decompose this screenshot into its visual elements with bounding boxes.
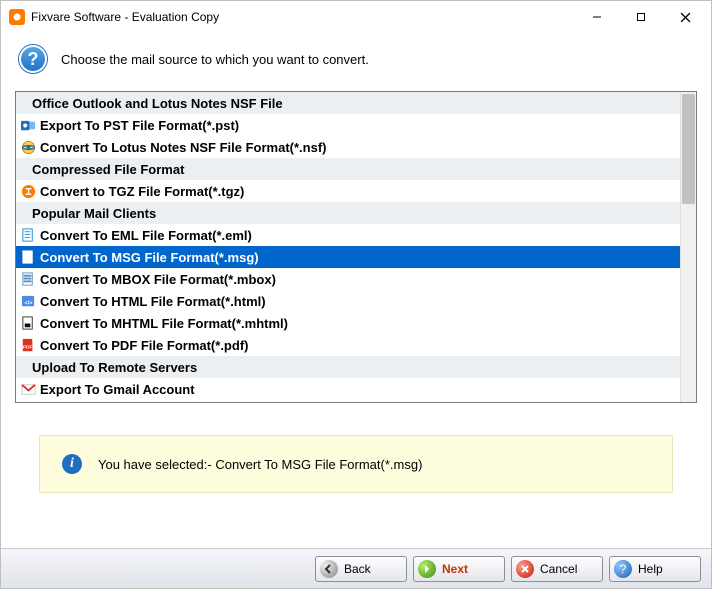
row-label: Convert To MBOX File Format(*.mbox) xyxy=(40,272,276,287)
app-window: Fixvare Software - Evaluation Copy ? Cho… xyxy=(0,0,712,589)
minimize-button[interactable] xyxy=(575,3,619,31)
notes-icon xyxy=(20,139,36,155)
row-label: Convert to TGZ File Format(*.tgz) xyxy=(40,184,244,199)
wizard-footer: Back Next Cancel ? Help xyxy=(1,548,711,588)
next-label: Next xyxy=(442,562,468,576)
cancel-icon xyxy=(516,560,534,578)
help-icon: ? xyxy=(614,560,632,578)
next-arrow-icon xyxy=(418,560,436,578)
row-label: Upload To Remote Servers xyxy=(32,360,197,375)
list-option[interactable]: Convert To MSG File Format(*.msg) xyxy=(16,246,680,268)
list-option[interactable]: Export To PST File Format(*.pst) xyxy=(16,114,680,136)
row-label: Convert To MHTML File Format(*.mhtml) xyxy=(40,316,288,331)
row-label: Export To PST File Format(*.pst) xyxy=(40,118,239,133)
titlebar[interactable]: Fixvare Software - Evaluation Copy xyxy=(1,1,711,33)
wizard-header: ? Choose the mail source to which you wa… xyxy=(1,33,711,91)
list-option[interactable]: Convert To EML File Format(*.eml) xyxy=(16,224,680,246)
help-button[interactable]: ? Help xyxy=(609,556,701,582)
row-label: Convert To HTML File Format(*.html) xyxy=(40,294,266,309)
row-label: Compressed File Format xyxy=(32,162,184,177)
list-option[interactable]: </> Convert To HTML File Format(*.html) xyxy=(16,290,680,312)
svg-text:</>: </> xyxy=(24,300,33,306)
scroll-thumb[interactable] xyxy=(682,94,695,204)
html-icon: </> xyxy=(20,293,36,309)
row-label: Convert To MSG File Format(*.msg) xyxy=(40,250,259,265)
list-option[interactable]: PDF Convert To PDF File Format(*.pdf) xyxy=(16,334,680,356)
row-label: Convert To PDF File Format(*.pdf) xyxy=(40,338,248,353)
list-option[interactable]: Convert To MBOX File Format(*.mbox) xyxy=(16,268,680,290)
back-label: Back xyxy=(344,562,371,576)
eml-icon xyxy=(20,227,36,243)
msg-icon xyxy=(20,249,36,265)
info-icon: i xyxy=(62,454,82,474)
format-listbox[interactable]: Office Outlook and Lotus Notes NSF File E… xyxy=(15,91,697,403)
svg-text:PDF: PDF xyxy=(22,344,31,349)
close-button[interactable] xyxy=(663,3,707,31)
window-title: Fixvare Software - Evaluation Copy xyxy=(31,10,575,24)
pdf-icon: PDF xyxy=(20,337,36,353)
list-option[interactable]: Convert To MHTML File Format(*.mhtml) xyxy=(16,312,680,334)
list-category: Popular Mail Clients xyxy=(16,202,680,224)
app-icon xyxy=(9,9,25,25)
wizard-prompt: Choose the mail source to which you want… xyxy=(61,52,369,67)
list-category: Compressed File Format xyxy=(16,158,680,180)
list-category: Office Outlook and Lotus Notes NSF File xyxy=(16,92,680,114)
cancel-label: Cancel xyxy=(540,562,577,576)
list-option[interactable]: Convert To Lotus Notes NSF File Format(*… xyxy=(16,136,680,158)
back-button[interactable]: Back xyxy=(315,556,407,582)
list-option[interactable]: Convert to TGZ File Format(*.tgz) xyxy=(16,180,680,202)
gmail-icon xyxy=(20,381,36,397)
row-label: Popular Mail Clients xyxy=(32,206,156,221)
row-label: Office Outlook and Lotus Notes NSF File xyxy=(32,96,283,111)
mhtml-icon xyxy=(20,315,36,331)
tgz-icon xyxy=(20,183,36,199)
status-panel: i You have selected:- Convert To MSG Fil… xyxy=(39,435,673,493)
mbox-icon xyxy=(20,271,36,287)
status-text: You have selected:- Convert To MSG File … xyxy=(98,457,422,472)
maximize-button[interactable] xyxy=(619,3,663,31)
row-label: Export To Gmail Account xyxy=(40,382,195,397)
list-option[interactable]: Export To Gmail Account xyxy=(16,378,680,400)
row-label: Convert To Lotus Notes NSF File Format(*… xyxy=(40,140,327,155)
back-arrow-icon xyxy=(320,560,338,578)
help-label: Help xyxy=(638,562,663,576)
list-category: Upload To Remote Servers xyxy=(16,356,680,378)
next-button[interactable]: Next xyxy=(413,556,505,582)
question-icon: ? xyxy=(19,45,47,73)
cancel-button[interactable]: Cancel xyxy=(511,556,603,582)
row-label: Convert To EML File Format(*.eml) xyxy=(40,228,252,243)
scrollbar[interactable] xyxy=(680,92,696,402)
outlook-icon xyxy=(20,117,36,133)
